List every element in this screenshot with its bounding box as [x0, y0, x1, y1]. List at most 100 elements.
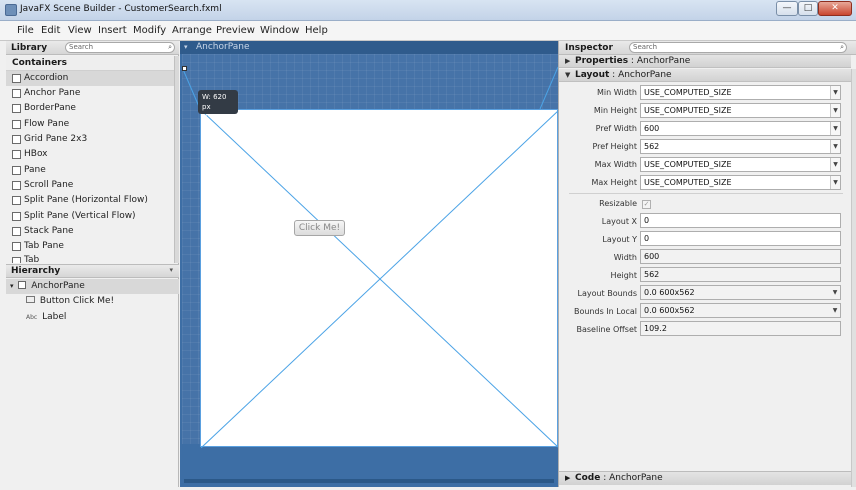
chevron-down-icon[interactable]: ▼ — [830, 104, 840, 117]
hierarchy-item-label: AnchorPane — [31, 281, 85, 291]
hierarchy-title: Hierarchy — [11, 266, 61, 276]
max-width-value: USE_COMPUTED_SIZE — [644, 160, 732, 169]
library-item-split-pane-h[interactable]: Split Pane (Horizontal Flow) — [6, 193, 174, 208]
library-item-label: Split Pane (Vertical Flow) — [24, 211, 136, 221]
menu-file[interactable]: File — [17, 25, 34, 36]
library-item-borderpane[interactable]: BorderPane — [6, 101, 174, 116]
menu-arrange[interactable]: Arrange — [172, 25, 212, 36]
resizable-checkbox[interactable]: ✓ — [642, 200, 651, 209]
library-item-flow-pane[interactable]: Flow Pane — [6, 117, 174, 132]
containers-section[interactable]: Containers — [6, 56, 179, 71]
anchor-pane-preview[interactable]: Click Me! — [200, 109, 559, 448]
app-icon — [5, 4, 17, 16]
inspector-scrollbar[interactable] — [851, 69, 856, 487]
hierarchy-item-button[interactable]: Button Click Me! — [26, 294, 176, 309]
minimize-button[interactable]: — — [776, 1, 798, 16]
stack-pane-icon — [12, 227, 21, 236]
menu-view[interactable]: View — [68, 25, 92, 36]
pane-icon — [12, 166, 21, 175]
library-search-input[interactable]: Search ⌕ — [65, 42, 175, 53]
menu-preview[interactable]: Preview — [216, 25, 255, 36]
library-item-label: Split Pane (Horizontal Flow) — [24, 195, 148, 205]
library-header: Library Search ⌕ — [6, 41, 179, 55]
tab-icon — [12, 257, 21, 263]
library-item-stack-pane[interactable]: Stack Pane — [6, 224, 174, 239]
max-height-field[interactable]: USE_COMPUTED_SIZE ▼ — [640, 175, 841, 190]
chevron-down-icon[interactable]: ▼ — [830, 286, 840, 299]
layout-y-field[interactable]: 0 — [640, 231, 841, 246]
scroll-pane-icon — [12, 181, 21, 190]
chevron-down-icon[interactable]: ▼ — [830, 304, 840, 317]
hierarchy-item-anchorpane[interactable]: ▾ AnchorPane — [6, 279, 179, 294]
library-item-scroll-pane[interactable]: Scroll Pane — [6, 178, 174, 193]
properties-section-label: Properties — [575, 56, 629, 66]
resizable-label: Resizable — [599, 199, 637, 208]
chevron-down-icon[interactable]: ▼ — [830, 122, 840, 135]
resize-handle[interactable] — [182, 66, 187, 71]
chevron-down-icon[interactable]: ▾ — [184, 41, 188, 54]
chevron-down-icon[interactable]: ▼ — [830, 158, 840, 171]
anchor-pane-icon — [12, 89, 21, 98]
library-item-pane[interactable]: Pane — [6, 163, 174, 178]
library-item-hbox[interactable]: HBox — [6, 147, 174, 162]
layout-x-field[interactable]: 0 — [640, 213, 841, 228]
menu-modify[interactable]: Modify — [133, 25, 166, 36]
bounds-in-local-value: 0.0 600x562 — [644, 306, 695, 315]
split-pane-icon — [12, 212, 21, 221]
min-width-field[interactable]: USE_COMPUTED_SIZE ▼ — [640, 85, 841, 100]
baseline-offset-field: 109.2 — [640, 321, 841, 336]
library-item-anchor-pane[interactable]: Anchor Pane — [6, 86, 174, 101]
layout-bounds-field[interactable]: 0.0 600x562 ▼ — [640, 285, 841, 300]
hierarchy-item-label: Button Click Me! — [39, 296, 115, 306]
min-height-value: USE_COMPUTED_SIZE — [644, 106, 732, 115]
code-section[interactable]: ▶ Code : AnchorPane — [559, 471, 851, 485]
chevron-down-icon[interactable]: ▼ — [830, 140, 840, 153]
maximize-button[interactable]: □ — [798, 1, 818, 16]
min-height-field[interactable]: USE_COMPUTED_SIZE ▼ — [640, 103, 841, 118]
menu-edit[interactable]: Edit — [41, 25, 60, 36]
library-item-tab[interactable]: Tab — [6, 254, 174, 263]
library-item-split-pane-v[interactable]: Split Pane (Vertical Flow) — [6, 209, 174, 224]
search-icon: ⌕ — [840, 43, 844, 51]
design-grid[interactable]: Click Me! W: 620 px H: 600 px — [182, 54, 559, 448]
menu-insert[interactable]: Insert — [98, 25, 127, 36]
title-bar: JavaFX Scene Builder - CustomerSearch.fx… — [0, 0, 856, 21]
library-item-grid-pane[interactable]: Grid Pane 2x3 — [6, 132, 174, 147]
divider — [569, 193, 843, 194]
library-scrollbar[interactable] — [174, 56, 179, 263]
hierarchy-item-label[interactable]: Abc Label — [26, 310, 176, 325]
menu-window[interactable]: Window — [260, 25, 299, 36]
library-item-label: Anchor Pane — [24, 88, 81, 98]
library-search-placeholder: Search — [69, 43, 94, 51]
window-title: JavaFX Scene Builder - CustomerSearch.fx… — [20, 4, 222, 14]
canvas-horizontal-scrollbar[interactable] — [184, 479, 554, 483]
width-label: Width — [613, 253, 637, 262]
inspector-header: Inspector Search ⌕ — [559, 41, 856, 55]
max-width-field[interactable]: USE_COMPUTED_SIZE ▼ — [640, 157, 841, 172]
menu-help[interactable]: Help — [305, 25, 328, 36]
layout-x-label: Layout X — [601, 217, 637, 226]
inspector-title: Inspector — [565, 43, 613, 53]
pref-height-field[interactable]: 562 ▼ — [640, 139, 841, 154]
min-height-label: Min Height — [593, 106, 637, 115]
left-panel: Library Search ⌕ Containers Accordion An… — [6, 41, 179, 487]
inspector-search-placeholder: Search — [633, 43, 658, 51]
chevron-down-icon[interactable]: ▼ — [830, 86, 840, 99]
tab-pane-icon — [12, 242, 21, 251]
chevron-right-icon: ▶ — [565, 57, 571, 65]
library-item-accordion[interactable]: Accordion — [6, 71, 174, 86]
pref-width-field[interactable]: 600 ▼ — [640, 121, 841, 136]
click-me-button[interactable]: Click Me! — [294, 220, 345, 236]
properties-section[interactable]: ▶ Properties : AnchorPane — [559, 55, 851, 68]
inspector-search-input[interactable]: Search ⌕ — [629, 42, 847, 53]
chevron-down-icon: ▼ — [565, 71, 571, 79]
bounds-in-local-field[interactable]: 0.0 600x562 ▼ — [640, 303, 841, 318]
close-button[interactable]: ✕ — [818, 1, 852, 16]
library-item-tab-pane[interactable]: Tab Pane — [6, 239, 174, 254]
tooltip-width: W: 620 px — [202, 93, 227, 111]
collapse-icon[interactable]: ▾ — [169, 266, 173, 274]
flow-pane-icon — [12, 120, 21, 129]
chevron-down-icon[interactable]: ▼ — [830, 176, 840, 189]
layout-section[interactable]: ▼ Layout : AnchorPane — [559, 69, 851, 82]
expand-icon[interactable]: ▾ — [10, 282, 14, 290]
